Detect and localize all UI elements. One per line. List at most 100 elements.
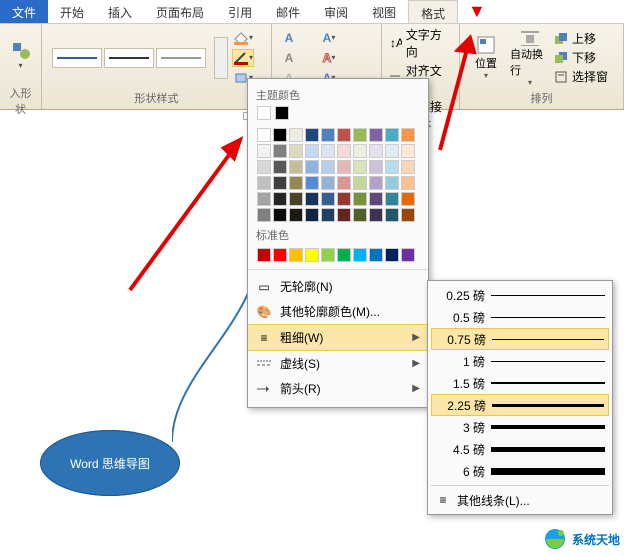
tab-view[interactable]: 视图 [360,0,408,23]
mindmap-oval-shape[interactable]: Word 思维导图 [40,430,180,496]
send-backward-button[interactable]: 下移 [554,49,608,66]
color-swatch[interactable] [321,176,335,190]
color-swatch[interactable] [289,144,303,158]
color-swatch[interactable] [273,160,287,174]
color-swatch[interactable] [257,176,271,190]
color-swatch[interactable] [353,144,367,158]
color-swatch[interactable] [369,160,383,174]
color-swatch[interactable] [353,208,367,222]
weight-item[interactable]: ≡粗细(W)▶ [248,324,428,351]
color-swatch[interactable] [337,160,351,174]
tab-file[interactable]: 文件 [0,0,48,23]
tab-review[interactable]: 审阅 [312,0,360,23]
more-colors-item[interactable]: 🎨其他轮廓颜色(M)... [248,299,428,324]
color-swatch[interactable] [353,128,367,142]
color-swatch[interactable] [401,128,415,142]
bring-forward-button[interactable]: 上移 [554,30,608,47]
wordart-style-a[interactable]: A [278,29,300,47]
color-swatch[interactable] [289,160,303,174]
color-swatch[interactable] [305,160,319,174]
color-swatch[interactable] [321,192,335,206]
color-swatch[interactable] [275,106,289,120]
color-swatch[interactable] [257,192,271,206]
color-swatch[interactable] [257,144,271,158]
color-swatch[interactable] [305,208,319,222]
color-swatch[interactable] [401,208,415,222]
color-swatch[interactable] [273,192,287,206]
color-swatch[interactable] [273,176,287,190]
weight-option[interactable]: 3 磅 [431,416,609,438]
color-swatch[interactable] [289,208,303,222]
arrows-item[interactable]: 箭头(R)▶ [248,376,428,401]
color-swatch[interactable] [305,176,319,190]
weight-option[interactable]: 2.25 磅 [431,394,609,416]
color-swatch[interactable] [353,192,367,206]
color-swatch[interactable] [337,208,351,222]
wordart-style-b[interactable]: A [278,49,300,67]
color-swatch[interactable] [273,144,287,158]
tab-page-layout[interactable]: 页面布局 [144,0,216,23]
color-swatch[interactable] [321,248,335,262]
tab-mail[interactable]: 邮件 [264,0,312,23]
color-swatch[interactable] [337,128,351,142]
color-swatch[interactable] [401,192,415,206]
no-outline-item[interactable]: ▭无轮廓(N) [248,274,428,299]
text-outline-button[interactable]: A▾ [318,49,340,67]
color-swatch[interactable] [369,192,383,206]
text-fill-button[interactable]: A▾ [318,29,340,47]
shape-outline-button[interactable]: ▾ [232,49,254,67]
color-swatch[interactable] [289,192,303,206]
color-swatch[interactable] [385,192,399,206]
color-swatch[interactable] [337,248,351,262]
weight-option[interactable]: 1.5 磅 [431,372,609,394]
color-swatch[interactable] [385,176,399,190]
color-swatch[interactable] [257,160,271,174]
color-swatch[interactable] [369,128,383,142]
wrap-text-button[interactable]: 自动换行▾ [510,29,550,87]
color-swatch[interactable] [401,248,415,262]
color-swatch[interactable] [401,176,415,190]
shape-style-gallery[interactable] [52,48,206,68]
weight-option[interactable]: 4.5 磅 [431,438,609,460]
more-lines-item[interactable]: ≡其他线条(L)... [431,489,609,511]
color-swatch[interactable] [353,160,367,174]
tab-references[interactable]: 引用 [216,0,264,23]
color-swatch[interactable] [305,144,319,158]
color-swatch[interactable] [321,128,335,142]
color-swatch[interactable] [305,128,319,142]
tab-format[interactable]: 格式 [408,0,458,23]
color-swatch[interactable] [385,144,399,158]
weight-option[interactable]: 0.75 磅 [431,328,609,350]
color-swatch[interactable] [289,176,303,190]
color-swatch[interactable] [257,106,271,120]
color-swatch[interactable] [289,128,303,142]
color-swatch[interactable] [401,160,415,174]
color-swatch[interactable] [369,144,383,158]
color-swatch[interactable] [353,248,367,262]
color-swatch[interactable] [305,192,319,206]
color-swatch[interactable] [385,160,399,174]
color-swatch[interactable] [321,160,335,174]
color-swatch[interactable] [385,208,399,222]
color-swatch[interactable] [305,248,319,262]
gallery-spinner[interactable] [214,37,228,79]
color-swatch[interactable] [337,144,351,158]
insert-shape-button[interactable]: ▾ [6,26,35,84]
color-swatch[interactable] [337,192,351,206]
color-swatch[interactable] [321,208,335,222]
weight-option[interactable]: 0.25 磅 [431,284,609,306]
dashes-item[interactable]: 虚线(S)▶ [248,351,428,376]
color-swatch[interactable] [289,248,303,262]
weight-option[interactable]: 0.5 磅 [431,306,609,328]
shape-fill-button[interactable]: ▾ [232,29,254,47]
color-swatch[interactable] [337,176,351,190]
color-swatch[interactable] [401,144,415,158]
color-swatch[interactable] [385,248,399,262]
color-swatch[interactable] [369,176,383,190]
color-swatch[interactable] [257,128,271,142]
color-swatch[interactable] [321,144,335,158]
tab-home[interactable]: 开始 [48,0,96,23]
tab-insert[interactable]: 插入 [96,0,144,23]
color-swatch[interactable] [257,248,271,262]
weight-option[interactable]: 6 磅 [431,460,609,482]
